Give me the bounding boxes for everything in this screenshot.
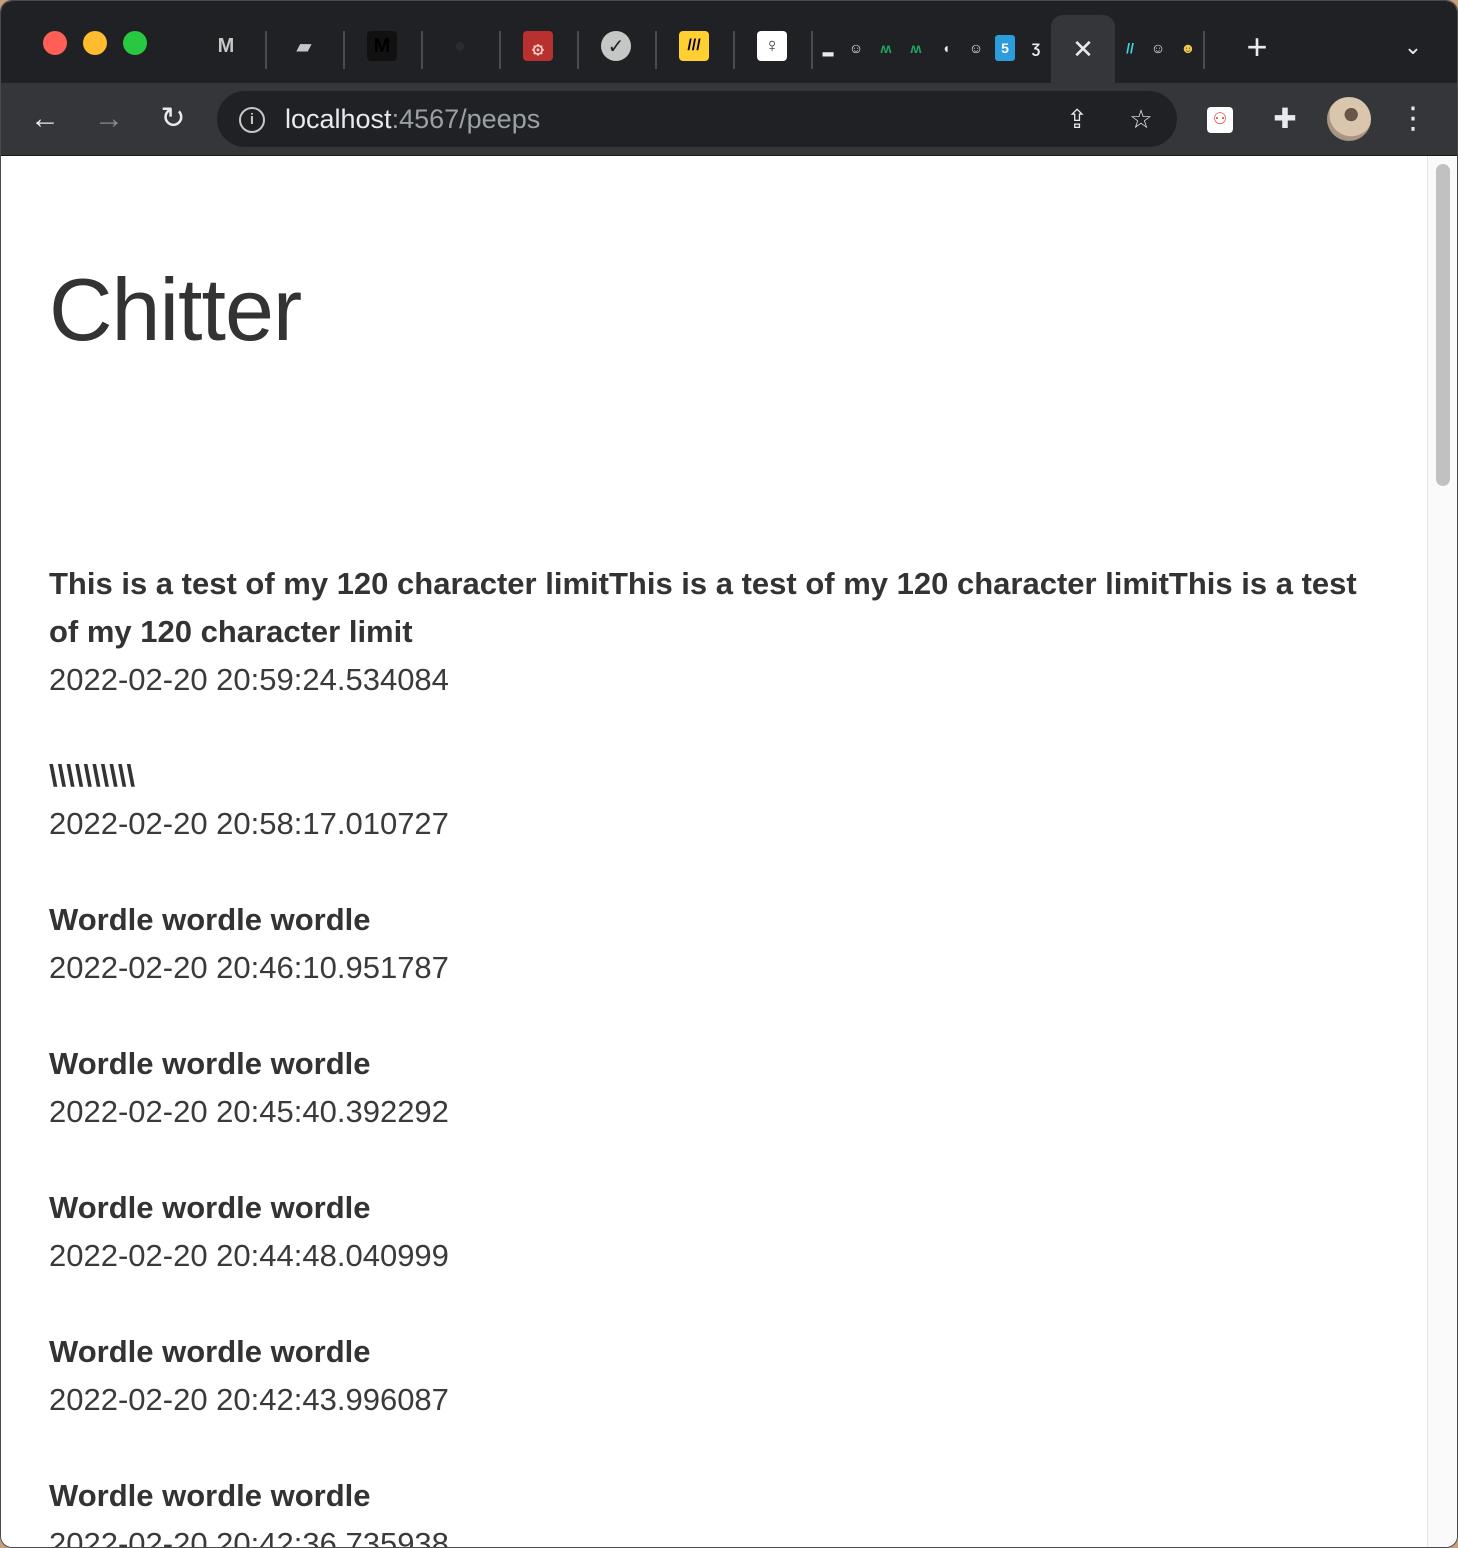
- extensions-button[interactable]: ✚: [1265, 99, 1305, 139]
- tab-separator: [811, 31, 813, 69]
- new-tab-button[interactable]: +: [1239, 29, 1275, 65]
- github-icon: ●: [453, 34, 467, 57]
- peep-timestamp: 2022-02-20 20:58:17.010727: [49, 806, 449, 841]
- tab-pinned-6[interactable]: ☺: [965, 33, 987, 63]
- browser-menu-button[interactable]: ⋮: [1393, 99, 1433, 139]
- checkmark-icon: ✓: [607, 35, 625, 58]
- peep-timestamp: 2022-02-20 20:42:36.735938: [49, 1526, 449, 1548]
- tab-strip: M ▰ M ● ۞ ✓ /// ♀ ▂ ☺ ʍ ʍ ◖ ☺ 5 Ʒ ✕ // ☺…: [1, 1, 1457, 83]
- tab-figure[interactable]: ♀: [757, 31, 787, 61]
- peep-item: Wordle wordle wordle 2022-02-20 20:44:48…: [49, 1184, 1379, 1280]
- tab-after-3[interactable]: ☻: [1177, 33, 1199, 63]
- profile-avatar[interactable]: [1327, 97, 1371, 141]
- box-icon: ▰: [296, 35, 312, 58]
- url-path: :4567/peeps: [391, 104, 541, 134]
- tab-pinned-2[interactable]: ☺: [845, 33, 867, 63]
- tab-separator: [655, 31, 657, 69]
- tab-separator: [343, 31, 345, 69]
- tab-miro[interactable]: ///: [679, 31, 709, 61]
- peep-text: Wordle wordle wordle: [49, 902, 371, 937]
- scrollbar-thumb[interactable]: [1436, 164, 1450, 486]
- tab-separator: [421, 31, 423, 69]
- peep-text: Wordle wordle wordle: [49, 1478, 371, 1513]
- tab-pinned-4[interactable]: ʍ: [905, 33, 927, 63]
- reload-button[interactable]: ↻: [153, 99, 193, 139]
- peep-item: Wordle wordle wordle 2022-02-20 20:42:43…: [49, 1328, 1379, 1424]
- peep-item: \\\\\\\\\\ 2022-02-20 20:58:17.010727: [49, 752, 1379, 848]
- page-title: Chitter: [49, 260, 302, 359]
- tab-medium[interactable]: M: [367, 31, 397, 61]
- close-window-button[interactable]: [43, 31, 67, 55]
- tab-separator: [265, 31, 267, 69]
- browser-toolbar: ← → ↻ i localhost:4567/peeps ⇪ ☆ ⚇ ✚ ⋮: [1, 83, 1457, 156]
- tab-pinned-1[interactable]: ▂: [817, 33, 839, 63]
- browser-window: M ▰ M ● ۞ ✓ /// ♀ ▂ ☺ ʍ ʍ ◖ ☺ 5 Ʒ ✕ // ☺…: [0, 0, 1458, 1548]
- tab-box[interactable]: ▰: [289, 31, 319, 61]
- peep-item: Wordle wordle wordle 2022-02-20 20:42:36…: [49, 1472, 1379, 1548]
- peep-text: This is a test of my 120 character limit…: [49, 566, 1357, 649]
- peep-text: \\\\\\\\\\: [49, 758, 136, 793]
- page-scrollbar[interactable]: [1427, 156, 1457, 1547]
- peep-item: Wordle wordle wordle 2022-02-20 20:45:40…: [49, 1040, 1379, 1136]
- peep-text: Wordle wordle wordle: [49, 1046, 371, 1081]
- peep-list: This is a test of my 120 character limit…: [49, 560, 1379, 1548]
- figure-icon: ♀: [764, 34, 780, 57]
- peep-timestamp: 2022-02-20 20:46:10.951787: [49, 950, 449, 985]
- page-viewport: Chitter This is a test of my 120 charact…: [1, 156, 1427, 1548]
- close-tab-icon[interactable]: ✕: [1071, 33, 1095, 65]
- tab-github[interactable]: ●: [445, 31, 475, 61]
- miro-icon: ///: [687, 37, 701, 54]
- tab-separator: [1203, 31, 1205, 69]
- tab-spiral[interactable]: ۞: [523, 31, 553, 61]
- peep-timestamp: 2022-02-20 20:44:48.040999: [49, 1238, 449, 1273]
- forward-button[interactable]: →: [89, 99, 129, 139]
- tab-pinned-7[interactable]: 5: [995, 35, 1015, 61]
- spiral-icon: ۞: [532, 35, 544, 58]
- reload-icon: ↻: [160, 102, 186, 135]
- peep-timestamp: 2022-02-20 20:59:24.534084: [49, 662, 449, 697]
- active-tab[interactable]: ✕: [1051, 15, 1115, 83]
- gmail-icon: M: [217, 34, 235, 57]
- back-button[interactable]: ←: [25, 99, 65, 139]
- arrow-left-icon: ←: [30, 102, 60, 135]
- tab-pinned-3[interactable]: ʍ: [875, 33, 897, 63]
- tab-separator: [499, 31, 501, 69]
- url-host: localhost: [285, 104, 392, 134]
- peep-timestamp: 2022-02-20 20:45:40.392292: [49, 1094, 449, 1129]
- tab-pinned-5[interactable]: ◖: [935, 33, 957, 63]
- puzzle-icon: ✚: [1273, 103, 1297, 134]
- tab-after-1[interactable]: //: [1119, 33, 1141, 63]
- kebab-menu-icon: ⋮: [1398, 102, 1428, 135]
- peep-item: This is a test of my 120 character limit…: [49, 560, 1379, 704]
- tab-after-2[interactable]: ☺: [1147, 33, 1169, 63]
- arrow-right-icon: →: [94, 102, 124, 135]
- tab-search-chevron-icon[interactable]: ⌄: [1397, 31, 1429, 63]
- tab-gmail[interactable]: M: [211, 31, 241, 61]
- peep-text: Wordle wordle wordle: [49, 1190, 371, 1225]
- peep-item: Wordle wordle wordle 2022-02-20 20:46:10…: [49, 896, 1379, 992]
- tab-checkmark[interactable]: ✓: [601, 31, 631, 61]
- info-icon[interactable]: i: [239, 107, 265, 133]
- extension-org-chart-icon[interactable]: ⚇: [1207, 107, 1233, 133]
- bookmark-star-icon[interactable]: ☆: [1125, 103, 1157, 135]
- peep-timestamp: 2022-02-20 20:42:43.996087: [49, 1382, 449, 1417]
- medium-icon: M: [373, 34, 391, 57]
- zoom-window-button[interactable]: [123, 31, 147, 55]
- address-bar[interactable]: i localhost:4567/peeps ⇪ ☆: [217, 91, 1177, 147]
- tab-separator: [733, 31, 735, 69]
- tab-pinned-8[interactable]: Ʒ: [1025, 33, 1047, 63]
- share-icon[interactable]: ⇪: [1061, 103, 1093, 135]
- tab-separator: [577, 31, 579, 69]
- peep-text: Wordle wordle wordle: [49, 1334, 371, 1369]
- url-text[interactable]: localhost:4567/peeps: [285, 103, 540, 135]
- minimize-window-button[interactable]: [83, 31, 107, 55]
